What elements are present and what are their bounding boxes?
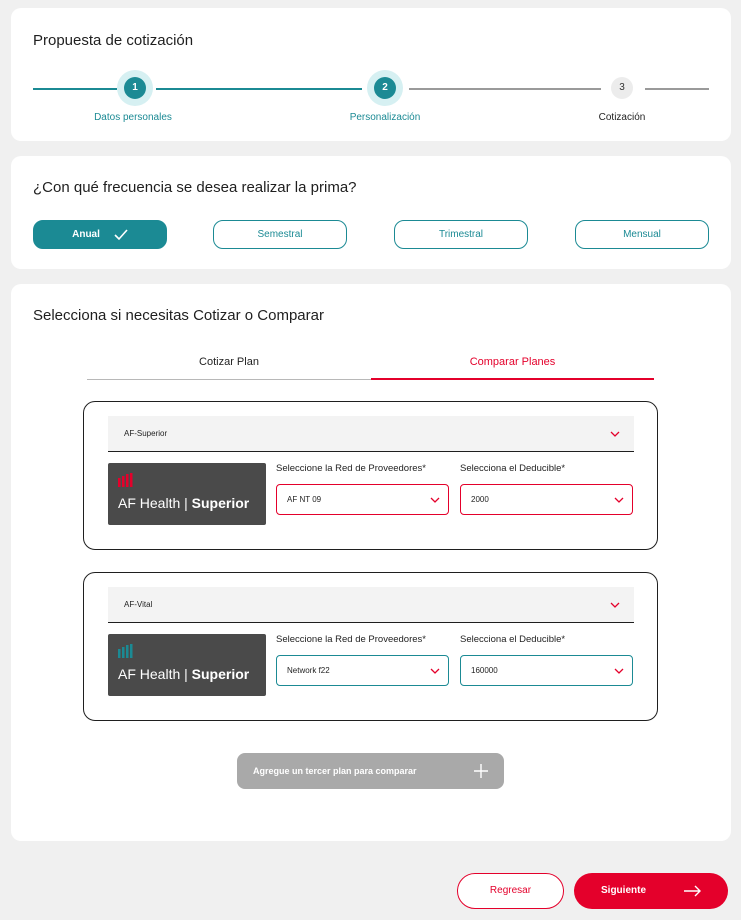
logo-text: AF Health | Superior (118, 666, 250, 682)
deductible-value: 160000 (471, 666, 498, 675)
stepper-line (409, 88, 601, 90)
chevron-down-icon (430, 497, 440, 503)
deductible-label: Selecciona el Deducible* (460, 634, 566, 645)
plan-select-value: AF-Superior (124, 429, 168, 438)
network-select[interactable]: Network f22 (276, 655, 449, 686)
logo-brand: AF Health (118, 666, 181, 682)
logo-brand: AF Health (118, 495, 181, 511)
network-value: Network f22 (287, 666, 330, 675)
frequency-card: ¿Con qué frecuencia se desea realizar la… (11, 156, 731, 269)
frequency-option-trimestral[interactable]: Trimestral (394, 220, 528, 249)
step-2-indicator: 2 (374, 77, 396, 99)
logo-tier: Superior (191, 666, 250, 682)
plan-select[interactable]: AF-Superior (108, 416, 634, 452)
next-button[interactable]: Siguiente (574, 873, 728, 909)
plan-logo: AF Health | Superior (108, 634, 266, 696)
network-value: AF NT 09 (287, 495, 322, 504)
step-1-label: Datos personales (94, 112, 172, 123)
next-button-label: Siguiente (601, 885, 647, 896)
frequency-option-anual[interactable]: Anual (33, 220, 167, 249)
frequency-option-label: Trimestral (438, 229, 484, 240)
back-button[interactable]: Regresar (457, 873, 564, 909)
frequency-option-semestral[interactable]: Semestral (213, 220, 347, 249)
compare-card: Selecciona si necesitas Cotizar o Compar… (11, 284, 731, 841)
step-2-label: Personalización (349, 112, 421, 123)
stepper-line (645, 88, 709, 90)
plan-compare-box: AF-Vital AF Health | Superior Seleccione… (83, 572, 658, 721)
plan-compare-box: AF-Superior AF Health | Superior Selecci… (83, 401, 658, 550)
chevron-down-icon (610, 431, 620, 437)
compare-title: Selecciona si necesitas Cotizar o Compar… (33, 307, 324, 324)
step-3-label: Cotización (598, 112, 646, 123)
plan-logo: AF Health | Superior (108, 463, 266, 525)
frequency-question: ¿Con qué frecuencia se desea realizar la… (33, 179, 357, 196)
frequency-option-mensual[interactable]: Mensual (575, 220, 709, 249)
deductible-select[interactable]: 2000 (460, 484, 633, 515)
frequency-option-label: Semestral (257, 229, 303, 240)
chevron-down-icon (614, 668, 624, 674)
frequency-option-label: Mensual (623, 229, 661, 240)
logo-bars-icon (118, 473, 133, 487)
arrow-right-icon (684, 885, 701, 897)
network-label: Seleccione la Red de Proveedores* (276, 634, 426, 645)
add-third-plan-button[interactable]: Agregue un tercer plan para comparar (237, 753, 504, 789)
logo-tier: Superior (191, 495, 250, 511)
tab-comparar-planes[interactable]: Comparar Planes (371, 348, 654, 380)
check-icon (114, 228, 128, 240)
logo-text: AF Health | Superior (118, 495, 250, 511)
step-3-indicator: 3 (611, 77, 633, 99)
frequency-option-label: Anual (72, 229, 100, 240)
plan-select-value: AF-Vital (124, 600, 153, 609)
add-third-plan-label: Agregue un tercer plan para comparar (253, 766, 417, 776)
network-select[interactable]: AF NT 09 (276, 484, 449, 515)
tab-cotizar-plan[interactable]: Cotizar Plan (87, 348, 371, 380)
stepper-line (156, 88, 362, 90)
step-1-indicator: 1 (124, 77, 146, 99)
logo-bars-icon (118, 644, 133, 658)
page-title: Propuesta de cotización (33, 32, 194, 49)
plus-icon (474, 764, 488, 778)
deductible-label: Selecciona el Deducible* (460, 463, 566, 474)
chevron-down-icon (610, 602, 620, 608)
chevron-down-icon (614, 497, 624, 503)
stepper-line (33, 88, 117, 90)
plan-select[interactable]: AF-Vital (108, 587, 634, 623)
network-label: Seleccione la Red de Proveedores* (276, 463, 426, 474)
chevron-down-icon (430, 668, 440, 674)
deductible-select[interactable]: 160000 (460, 655, 633, 686)
stepper-card: Propuesta de cotización 1 Datos personal… (11, 8, 731, 141)
deductible-value: 2000 (471, 495, 489, 504)
